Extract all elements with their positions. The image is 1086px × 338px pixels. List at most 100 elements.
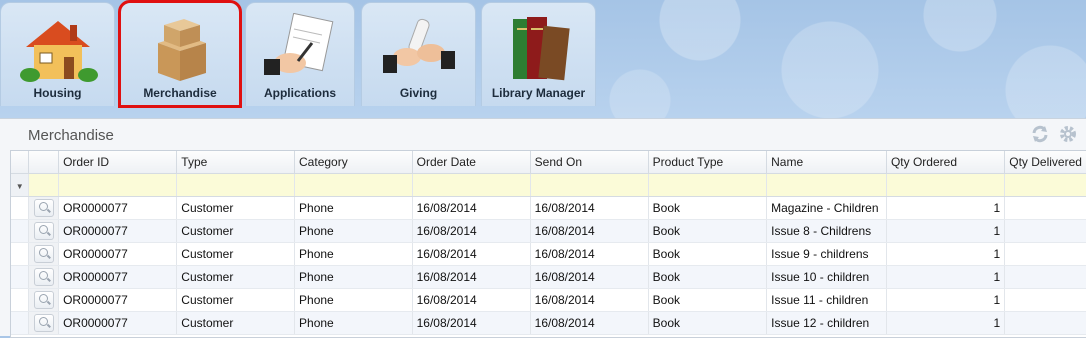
cell-name: Issue 12 - children xyxy=(766,311,887,335)
cell-qty-delivered xyxy=(1004,265,1086,289)
view-details-button[interactable] xyxy=(28,242,60,266)
table-row[interactable]: OR0000077 Customer Phone 16/08/2014 16/08/20… xyxy=(11,196,1086,220)
cell-order-date: 16/08/2014 xyxy=(412,311,531,335)
cell-category: Phone xyxy=(294,242,413,266)
cell-product-type: Book xyxy=(648,242,768,266)
tab-label: Giving xyxy=(399,86,438,100)
filter-cell[interactable] xyxy=(176,173,296,197)
tab-applications[interactable]: Applications xyxy=(245,2,355,106)
panel-title: Merchandise xyxy=(28,127,114,144)
column-header-name[interactable]: Name xyxy=(766,151,887,174)
view-details-button[interactable] xyxy=(28,196,60,220)
table-row[interactable]: OR0000077 Customer Phone 16/08/2014 16/08/20… xyxy=(11,219,1086,243)
table-row[interactable]: OR0000077 Customer Phone 16/08/2014 16/08/20… xyxy=(11,288,1086,312)
cell-type: Customer xyxy=(176,219,296,243)
column-header-category[interactable]: Category xyxy=(294,151,413,174)
cell-order-id: OR0000077 xyxy=(58,219,178,243)
tab-label: Applications xyxy=(263,86,336,100)
cell-category: Phone xyxy=(294,196,413,220)
refresh-icon[interactable] xyxy=(1030,124,1050,149)
table-row[interactable]: OR0000077 Customer Phone 16/08/2014 16/08/20… xyxy=(11,242,1086,266)
magnifier-icon xyxy=(33,199,54,217)
cell-type: Customer xyxy=(176,196,296,220)
filter-cell xyxy=(28,173,60,197)
cell-qty-delivered xyxy=(1004,242,1086,266)
cell-product-type: Book xyxy=(648,288,768,312)
view-details-button[interactable] xyxy=(28,219,60,243)
cell-qty-ordered: 1 xyxy=(886,311,1006,335)
panel-toolbar xyxy=(1030,124,1078,149)
cell-send-on: 16/08/2014 xyxy=(530,196,649,220)
tab-label: Library Manager xyxy=(491,86,586,100)
handshake-icon xyxy=(379,13,459,90)
cell-qty-ordered: 1 xyxy=(886,288,1006,312)
cell-qty-delivered xyxy=(1004,288,1086,312)
row-indicator xyxy=(11,311,30,335)
cell-qty-delivered xyxy=(1004,311,1086,335)
cell-send-on: 16/08/2014 xyxy=(530,242,649,266)
filter-cell[interactable] xyxy=(58,173,178,197)
cell-product-type: Book xyxy=(648,219,768,243)
column-header-order-id[interactable]: Order ID xyxy=(58,151,178,174)
tab-merchandise[interactable]: Merchandise xyxy=(118,0,242,108)
books-icon xyxy=(499,13,579,90)
filter-icon[interactable]: ▼ xyxy=(11,173,30,197)
cell-order-id: OR0000077 xyxy=(58,196,178,220)
tab-library-manager[interactable]: Library Manager xyxy=(481,2,596,106)
cell-order-date: 16/08/2014 xyxy=(412,219,531,243)
view-details-button[interactable] xyxy=(28,288,60,312)
row-indicator xyxy=(11,196,30,220)
table-row[interactable]: OR0000077 Customer Phone 16/08/2014 16/08/20… xyxy=(11,265,1086,289)
cell-category: Phone xyxy=(294,311,413,335)
row-indicator xyxy=(11,242,30,266)
magnifier-icon xyxy=(33,314,54,332)
cell-type: Customer xyxy=(176,265,296,289)
cell-name: Issue 8 - Childrens xyxy=(766,219,887,243)
filter-cell[interactable] xyxy=(766,173,887,197)
merchandise-grid: Order ID Type Category Order Date Send O… xyxy=(10,150,1086,338)
cell-order-id: OR0000077 xyxy=(58,242,178,266)
column-header-order-date[interactable]: Order Date xyxy=(412,151,531,174)
column-header-send-on[interactable]: Send On xyxy=(530,151,649,174)
row-indicator xyxy=(11,265,30,289)
tab-housing[interactable]: Housing xyxy=(0,2,115,106)
filter-cell[interactable] xyxy=(530,173,649,197)
tab-giving[interactable]: Giving xyxy=(361,2,476,106)
header-row: Order ID Type Category Order Date Send O… xyxy=(11,151,1086,174)
cell-qty-ordered: 1 xyxy=(886,265,1006,289)
cell-name: Issue 11 - children xyxy=(766,288,887,312)
boxes-icon xyxy=(140,13,220,90)
filter-row: ▼ xyxy=(11,173,1086,197)
column-header-qty-delivered[interactable]: Qty Delivered xyxy=(1004,151,1086,174)
table-row[interactable]: OR0000077 Customer Phone 16/08/2014 16/08/20… xyxy=(11,311,1086,335)
column-header-type[interactable]: Type xyxy=(176,151,296,174)
row-indicator xyxy=(11,219,30,243)
cell-order-date: 16/08/2014 xyxy=(412,196,531,220)
cell-category: Phone xyxy=(294,265,413,289)
filter-cell[interactable] xyxy=(1004,173,1086,197)
filter-cell[interactable] xyxy=(886,173,1006,197)
cell-name: Issue 10 - children xyxy=(766,265,887,289)
cell-qty-ordered: 1 xyxy=(886,242,1006,266)
cell-order-id: OR0000077 xyxy=(58,311,178,335)
signing-hand-icon xyxy=(260,12,340,90)
settings-icon[interactable] xyxy=(1058,124,1078,149)
view-details-button[interactable] xyxy=(28,311,60,335)
cell-name: Magazine - Children xyxy=(766,196,887,220)
cell-send-on: 16/08/2014 xyxy=(530,311,649,335)
cell-order-id: OR0000077 xyxy=(58,265,178,289)
filter-cell[interactable] xyxy=(294,173,413,197)
cell-qty-delivered xyxy=(1004,196,1086,220)
column-header-product-type[interactable]: Product Type xyxy=(648,151,768,174)
filter-cell[interactable] xyxy=(412,173,531,197)
cell-type: Customer xyxy=(176,288,296,312)
cell-send-on: 16/08/2014 xyxy=(530,288,649,312)
view-details-button[interactable] xyxy=(28,265,60,289)
magnifier-icon xyxy=(33,268,54,286)
column-header-qty-ordered[interactable]: Qty Ordered xyxy=(886,151,1006,174)
tab-label: Housing xyxy=(33,86,82,100)
cell-type: Customer xyxy=(176,311,296,335)
cell-send-on: 16/08/2014 xyxy=(530,219,649,243)
cell-order-date: 16/08/2014 xyxy=(412,288,531,312)
filter-cell[interactable] xyxy=(648,173,768,197)
